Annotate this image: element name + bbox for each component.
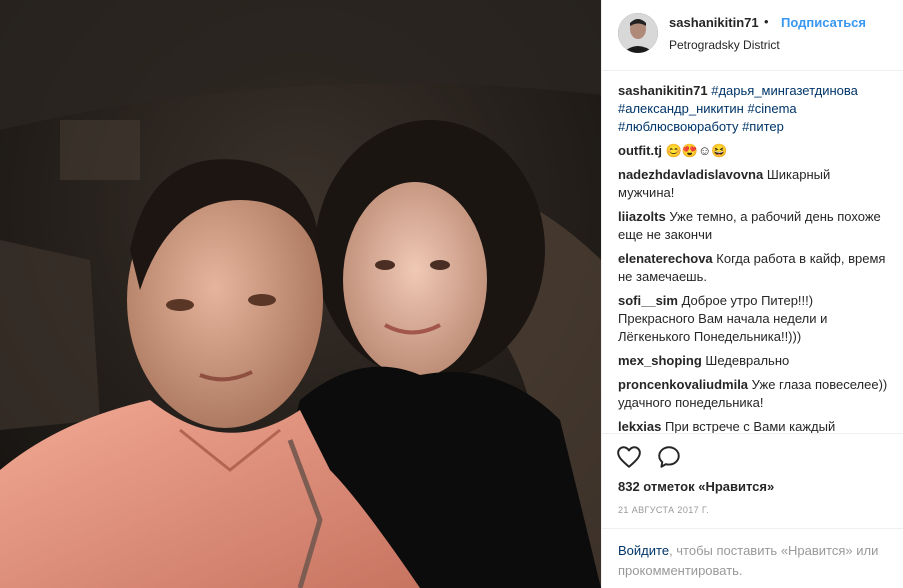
hashtag[interactable]: #люблюсвоюработу [618, 119, 738, 134]
comment-username[interactable]: proncenkovaliudmila [618, 377, 748, 392]
login-prompt: Войдите, чтобы поставить «Нравится» или … [602, 528, 903, 588]
comment-text: При встрече с Вами каждый [665, 419, 836, 433]
post-sidebar: sashanikitin71 • Подписаться Petrogradsk… [601, 0, 903, 588]
hashtag[interactable]: #александр_никитин [618, 101, 744, 116]
comment: nadezhdavladislavovna Шикарный мужчина! [618, 166, 888, 202]
comment: liiazolts Уже темно, а рабочий день похо… [618, 208, 888, 244]
caption-username[interactable]: sashanikitin71 [618, 83, 708, 98]
comment-icon[interactable] [656, 444, 682, 470]
likes-count[interactable]: 832 отметок «Нравится» [618, 479, 774, 494]
comment-username[interactable]: sofi__sim [618, 293, 678, 308]
post-photo[interactable] [0, 0, 601, 588]
comment-username[interactable]: lekxias [618, 419, 661, 433]
post-username[interactable]: sashanikitin71 [669, 15, 759, 30]
comment-username[interactable]: elenaterechova [618, 251, 713, 266]
post-header: sashanikitin71 • Подписаться Petrogradsk… [602, 0, 903, 71]
comment-username[interactable]: liiazolts [618, 209, 666, 224]
hashtag[interactable]: #питер [742, 119, 784, 134]
hashtag[interactable]: #дарья_мингазетдинова [711, 83, 858, 98]
post-date: 21 АВГУСТА 2017 Г. [618, 505, 710, 515]
comment-username[interactable]: outfit.tj [618, 143, 662, 158]
caption: sashanikitin71 #дарья_мингазетдинова #ал… [618, 82, 888, 136]
post-location[interactable]: Petrogradsky District [669, 38, 780, 52]
comment-text: Шедеврально [705, 353, 790, 368]
comment: proncenkovaliudmila Уже глаза повеселее)… [618, 376, 888, 412]
comment: elenaterechova Когда работа в кайф, врем… [618, 250, 888, 286]
selfie-image [0, 0, 601, 588]
comment: sofi__sim Доброе утро Питер!!!) Прекрасн… [618, 292, 888, 346]
hashtag[interactable]: #cinema [747, 101, 796, 116]
comment-username[interactable]: nadezhdavladislavovna [618, 167, 763, 182]
comment-text: 😊😍☺😆 [665, 143, 728, 158]
comment-username[interactable]: mex_shoping [618, 353, 702, 368]
avatar[interactable] [618, 13, 658, 53]
avatar-image [618, 13, 658, 53]
heart-icon[interactable] [616, 444, 642, 470]
separator-dot: • [764, 14, 769, 29]
comment: outfit.tj 😊😍☺😆 [618, 142, 888, 160]
follow-button[interactable]: Подписаться [781, 15, 866, 30]
post-actions: 832 отметок «Нравится» 21 АВГУСТА 2017 Г… [602, 433, 903, 588]
comments-list[interactable]: sashanikitin71 #дарья_мингазетдинова #ал… [602, 82, 903, 433]
login-link[interactable]: Войдите [618, 543, 669, 558]
comment: lekxias При встрече с Вами каждый [618, 418, 888, 433]
comment: mex_shoping Шедеврально [618, 352, 888, 370]
